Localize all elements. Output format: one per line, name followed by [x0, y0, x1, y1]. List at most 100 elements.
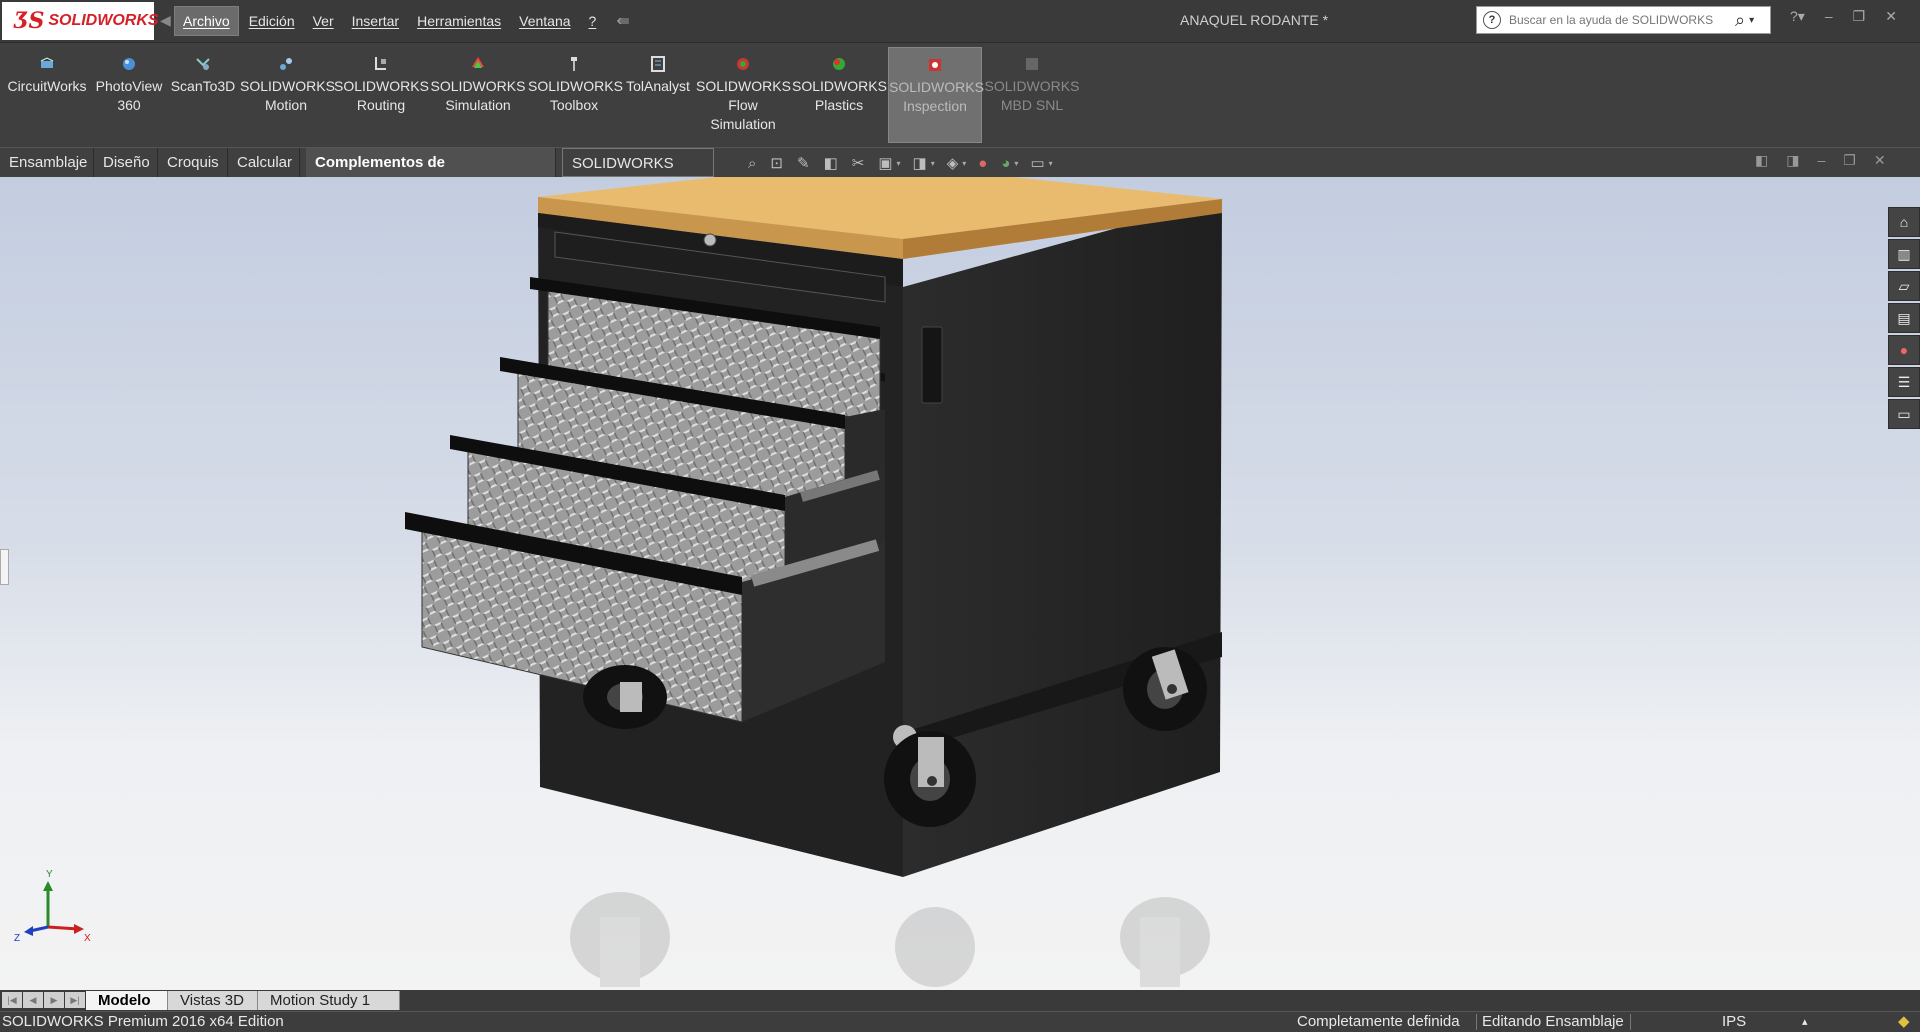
logo-text: SOLIDWORKS — [48, 12, 159, 29]
tab-ensamblaje[interactable]: Ensamblaje — [0, 148, 94, 177]
command-tabs: Ensamblaje Diseño Croquis Calcular Compl… — [0, 147, 1920, 201]
view-orientation-icon[interactable]: ▣ — [878, 154, 892, 172]
tab-solidworks-mbd[interactable]: SOLIDWORKS MBD — [562, 148, 714, 201]
help-menu-icon[interactable]: ?▾ — [1790, 8, 1805, 25]
zoom-to-area-icon[interactable]: ⊡ — [770, 154, 783, 172]
tab-complementos[interactable]: Complementos de SOLIDWORKS — [306, 148, 556, 200]
chevron-down-icon[interactable]: ▾ — [1749, 15, 1754, 26]
tab-modelo[interactable]: Modelo — [86, 991, 168, 1010]
cmd-scanto3d[interactable]: ScanTo3D — [168, 47, 238, 143]
chevron-down-icon[interactable]: ▾ — [1014, 159, 1018, 168]
dynamic-annotation-icon[interactable]: ✂ — [852, 154, 865, 172]
help-search[interactable]: ? ⌕ ▾ — [1476, 6, 1771, 34]
cmd-label: SOLIDWORKS Simulation — [430, 78, 526, 113]
split-right-icon[interactable]: ◨ — [1786, 152, 1799, 169]
document-title: ANAQUEL RODANTE * — [1180, 12, 1329, 28]
cmd-label: CircuitWorks — [7, 78, 87, 94]
tab-vistas-3d[interactable]: Vistas 3D — [168, 991, 258, 1010]
menu-help[interactable]: ? — [581, 7, 605, 35]
rebuild-icon[interactable]: ◆ — [1898, 1012, 1910, 1032]
close-icon[interactable]: ✕ — [1885, 8, 1897, 25]
minimize-icon[interactable]: – — [1825, 8, 1833, 25]
chevron-down-icon[interactable]: ▾ — [931, 159, 935, 168]
menu-collapse-icon[interactable]: ◀ — [160, 12, 171, 29]
cmd-label: TolAnalyst — [626, 78, 690, 94]
display-style-icon[interactable]: ◨ — [913, 154, 927, 172]
simulation-icon — [472, 57, 484, 68]
cmd-flow-simulation[interactable]: SOLIDWORKS Flow Simulation — [696, 47, 791, 143]
restore-icon[interactable]: ❐ — [1853, 8, 1866, 25]
tab-motion-study-1[interactable]: Motion Study 1 — [258, 991, 400, 1010]
chevron-up-icon[interactable]: ▴ — [1802, 1012, 1808, 1032]
search-icon[interactable]: ⌕ — [1735, 10, 1745, 31]
custom-properties-icon[interactable]: ☰ — [1888, 367, 1920, 397]
menu-edicion[interactable]: Edición — [241, 7, 303, 35]
cmd-routing[interactable]: SOLIDWORKS Routing — [334, 47, 429, 143]
tab-diseno[interactable]: Diseño — [94, 148, 158, 177]
first-tab-icon[interactable]: |◀ — [2, 992, 22, 1008]
apply-scene-icon[interactable]: ◕ — [1001, 155, 1010, 172]
photoview-icon — [123, 58, 135, 70]
chevron-down-icon[interactable]: ▾ — [1049, 159, 1053, 168]
feature-manager-expand-handle[interactable] — [0, 549, 9, 585]
graphics-area[interactable]: ⌂ ▥ ▱ ▤ ● ☰ ▭ Y X Z — [0, 177, 1920, 990]
next-tab-icon[interactable]: ▶ — [44, 992, 64, 1008]
cmd-simulation[interactable]: SOLIDWORKS Simulation — [430, 47, 526, 143]
help-search-input[interactable] — [1507, 12, 1735, 28]
previous-view-icon[interactable]: ✎ — [797, 154, 810, 172]
menu-herramientas[interactable]: Herramientas — [409, 7, 509, 35]
cmd-tolanalyst[interactable]: TolAnalyst — [622, 47, 694, 143]
last-tab-icon[interactable]: ▶| — [65, 992, 85, 1008]
cmd-label: SOLIDWORKS Toolbox — [528, 78, 623, 113]
cmd-label: PhotoView 360 — [95, 78, 163, 113]
hide-show-items-icon[interactable]: ◈ — [947, 154, 959, 172]
lock-icon — [703, 233, 717, 247]
tab-scroll-arrows: |◀ ◀ ▶ ▶| — [2, 992, 86, 1008]
reference-triad: Y X Z — [14, 869, 91, 944]
ds-logo-icon: ƷS — [14, 8, 45, 34]
cmd-inspection[interactable]: SOLIDWORKS Inspection — [888, 47, 984, 143]
pin-icon[interactable]: ⇚ — [616, 11, 629, 31]
menu-insertar[interactable]: Insertar — [344, 7, 407, 35]
edition-label: SOLIDWORKS Premium 2016 x64 Edition — [2, 1013, 284, 1030]
appearances-icon[interactable]: ● — [1888, 335, 1920, 365]
cmd-mbd-snl[interactable]: SOLIDWORKS MBD SNL — [984, 47, 1080, 143]
cmd-circuitworks[interactable]: CircuitWorks — [4, 47, 90, 143]
solidworks-resources-icon[interactable]: ⌂ — [1888, 207, 1920, 237]
design-library-icon[interactable]: ▥ — [1888, 239, 1920, 269]
menu-bar: Archivo Edición Ver Insertar Herramienta… — [174, 0, 630, 42]
front-left-caster — [583, 665, 667, 729]
tab-croquis[interactable]: Croquis — [158, 148, 228, 177]
menu-ventana[interactable]: Ventana — [511, 7, 578, 35]
units-selector[interactable]: IPS — [1722, 1012, 1746, 1032]
flow-simulation-icon — [737, 58, 749, 70]
view-palette-icon[interactable]: ▤ — [1888, 303, 1920, 333]
close-icon[interactable]: ✕ — [1874, 152, 1886, 169]
chevron-down-icon[interactable]: ▾ — [962, 159, 966, 168]
view-settings-icon[interactable]: ▭ — [1030, 154, 1044, 172]
prev-tab-icon[interactable]: ◀ — [23, 992, 43, 1008]
zoom-to-fit-icon[interactable]: ⌕ — [748, 155, 756, 172]
cmd-label: SOLIDWORKS Plastics — [792, 78, 887, 113]
solidworks-logo[interactable]: ƷS SOLIDWORKS — [2, 2, 159, 40]
menu-ver[interactable]: Ver — [305, 7, 342, 35]
command-manager: CircuitWorks PhotoView 360 ScanTo3D SOLI… — [0, 43, 1920, 147]
tab-calcular[interactable]: Calcular — [228, 148, 300, 177]
file-explorer-icon[interactable]: ▱ — [1888, 271, 1920, 301]
minimize-icon[interactable]: – — [1817, 152, 1825, 169]
chevron-down-icon[interactable]: ▾ — [897, 159, 901, 168]
front-right-caster — [884, 731, 976, 827]
split-left-icon[interactable]: ◧ — [1755, 152, 1768, 169]
restore-icon[interactable]: ❐ — [1843, 152, 1856, 169]
cmd-plastics[interactable]: SOLIDWORKS Plastics — [792, 47, 887, 143]
edit-appearance-icon[interactable]: ● — [978, 155, 987, 172]
section-view-icon[interactable]: ◧ — [824, 154, 838, 172]
status-bar: SOLIDWORKS Premium 2016 x64 Edition Comp… — [0, 1011, 1920, 1032]
cmd-motion[interactable]: SOLIDWORKS Motion — [240, 47, 335, 143]
menu-archivo[interactable]: Archivo — [174, 6, 239, 36]
cmd-toolbox[interactable]: SOLIDWORKS Toolbox — [528, 47, 623, 143]
tool-cabinet-model[interactable] — [0, 177, 1920, 990]
toolbox-icon — [571, 57, 577, 71]
cmd-photoview[interactable]: PhotoView 360 — [92, 47, 166, 143]
forum-icon[interactable]: ▭ — [1888, 399, 1920, 429]
